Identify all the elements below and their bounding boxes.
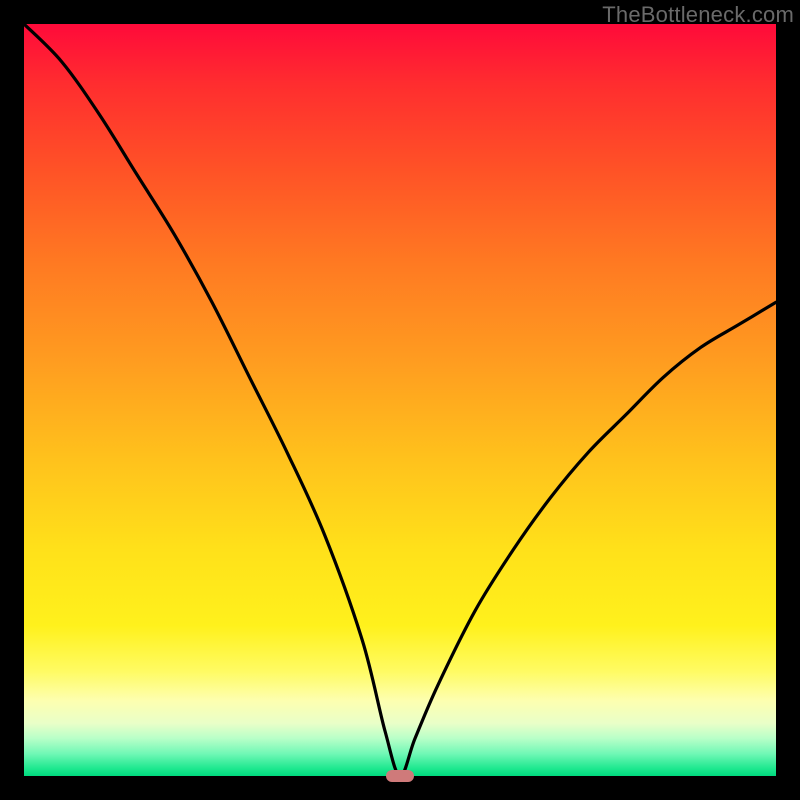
watermark-text: TheBottleneck.com bbox=[602, 2, 794, 28]
curve-path bbox=[24, 24, 776, 776]
chart-frame: TheBottleneck.com bbox=[0, 0, 800, 800]
bottleneck-curve bbox=[24, 24, 776, 776]
minimum-marker bbox=[386, 770, 413, 782]
plot-area bbox=[24, 24, 776, 776]
